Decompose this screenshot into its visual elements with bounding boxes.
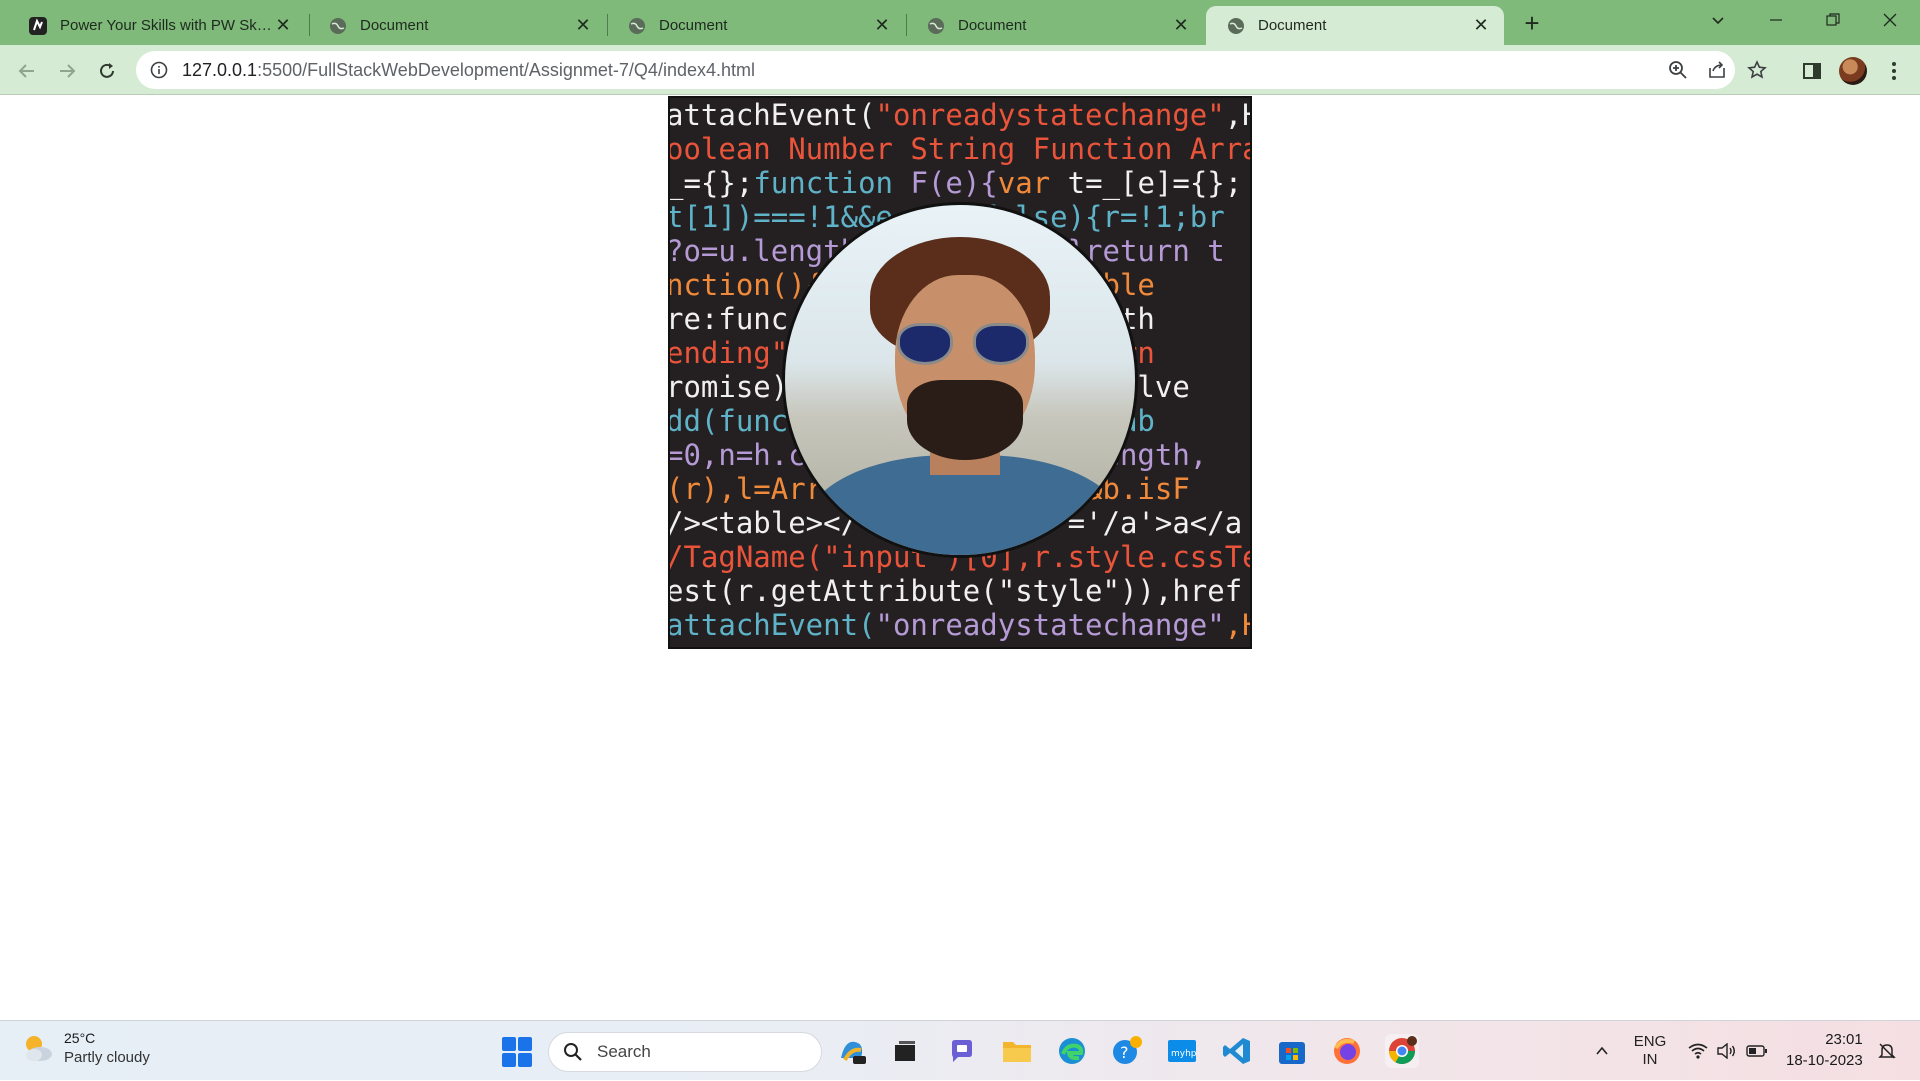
zoom-icon[interactable] <box>1665 57 1691 83</box>
tab-document-active[interactable]: Document ✕ <box>1206 6 1504 45</box>
minimize-icon[interactable] <box>1748 0 1804 40</box>
close-icon[interactable]: ✕ <box>272 15 294 37</box>
weather-temperature: 25°C <box>64 1030 96 1046</box>
restore-icon[interactable] <box>1805 0 1861 40</box>
code-token: t=_[e]={}; <box>1050 166 1243 200</box>
search-icon <box>564 1043 582 1061</box>
share-icon[interactable] <box>1704 57 1730 83</box>
address-bar[interactable]: 127.0.0.1:5500/FullStackWebDevelopment/A… <box>136 51 1767 89</box>
sunglasses-right-lens <box>973 323 1029 365</box>
profile-photo <box>782 202 1138 558</box>
code-token: attachEvent( <box>668 98 876 132</box>
globe-icon <box>926 16 946 36</box>
forward-icon[interactable] <box>52 56 82 86</box>
edge-browser-icon[interactable] <box>1055 1034 1089 1068</box>
code-token: function <box>753 166 893 200</box>
bookmark-star-icon[interactable] <box>1744 57 1770 83</box>
search-placeholder: Search <box>597 1042 651 1061</box>
close-icon[interactable]: ✕ <box>1470 15 1492 37</box>
tab-title: Document <box>659 17 728 34</box>
tab-pw-skills[interactable]: Power Your Skills with PW Skills ✕ <box>8 6 306 45</box>
tab-document-1[interactable]: Document ✕ <box>308 6 606 45</box>
side-panel-icon[interactable] <box>1798 57 1826 85</box>
photo-beard <box>907 380 1023 460</box>
tab-document-2[interactable]: Document ✕ <box>607 6 905 45</box>
volume-icon[interactable] <box>1713 1021 1739 1081</box>
code-token: oolean Number String Function Arra <box>668 132 1252 166</box>
close-icon[interactable]: ✕ <box>1170 15 1192 37</box>
close-icon[interactable]: ✕ <box>871 15 893 37</box>
vscode-icon[interactable] <box>1220 1034 1254 1068</box>
weather-widget[interactable]: 25°C Partly cloudy <box>20 1029 150 1067</box>
weather-condition: Partly cloudy <box>64 1049 150 1066</box>
chat-icon[interactable] <box>945 1034 979 1068</box>
windows-start-icon[interactable] <box>502 1037 532 1067</box>
myhp-icon[interactable]: myhp <box>1165 1034 1199 1068</box>
svg-text:myhp: myhp <box>1171 1049 1197 1059</box>
code-line: attachEvent("onreadystatechange",H <box>668 608 1250 642</box>
code-token: "onreadystatechange" <box>875 608 1225 642</box>
tab-title: Document <box>958 17 1027 34</box>
language-indicator[interactable]: ENG IN <box>1630 1021 1670 1081</box>
svg-text:?: ? <box>1120 1043 1129 1062</box>
wifi-icon[interactable] <box>1685 1021 1711 1081</box>
code-token: ,H <box>1224 98 1250 132</box>
tab-search-chevron-icon[interactable] <box>1690 0 1746 40</box>
globe-icon <box>1226 16 1246 36</box>
clock-date: 18-10-2023 <box>1786 1052 1863 1069</box>
browser-toolbar: 127.0.0.1:5500/FullStackWebDevelopment/A… <box>0 45 1920 95</box>
firefox-icon[interactable] <box>1330 1034 1364 1068</box>
tab-title: Power Your Skills with PW Skills <box>60 17 272 34</box>
code-token: "onreadystatechange" <box>875 98 1225 132</box>
microsoft-store-icon[interactable] <box>1275 1034 1309 1068</box>
page-viewport: attachEvent("onreadystatechange",Hoolean… <box>0 96 1920 1020</box>
tab-strip: Power Your Skills with PW Skills ✕ Docum… <box>0 0 1920 45</box>
code-line: attachEvent("onreadystatechange",H <box>668 98 1250 132</box>
keyboard-region: IN <box>1642 1051 1658 1068</box>
taskbar-search-box[interactable]: Search <box>548 1032 822 1072</box>
code-token: _={}; <box>668 166 754 200</box>
notifications-bell-icon[interactable] <box>1872 1021 1902 1081</box>
task-view-icon[interactable] <box>888 1034 922 1068</box>
system-clock[interactable]: 23:01 18-10-2023 <box>1786 1029 1863 1071</box>
file-explorer-icon[interactable] <box>1000 1034 1034 1068</box>
code-line: oolean Number String Function Arra <box>668 132 1252 166</box>
tab-title: Document <box>1258 17 1327 34</box>
windows-taskbar: 25°C Partly cloudy Search ? myhp ENG IN … <box>0 1020 1920 1080</box>
more-menu-icon[interactable] <box>1880 57 1908 85</box>
new-tab-button[interactable]: + <box>1517 8 1547 38</box>
partly-cloudy-icon <box>26 1036 52 1061</box>
show-hidden-icons-chevron-icon[interactable] <box>1587 1021 1617 1081</box>
clock-time: 23:01 <box>1825 1031 1863 1048</box>
pw-skills-icon <box>28 16 48 36</box>
tab-title: Document <box>360 17 429 34</box>
site-info-icon[interactable] <box>148 59 170 81</box>
code-line: _={};function F(e){var t=_[e]={}; <box>668 166 1250 200</box>
globe-icon <box>627 16 647 36</box>
reload-icon[interactable] <box>92 56 122 86</box>
url-text: 127.0.0.1:5500/FullStackWebDevelopment/A… <box>182 60 755 81</box>
close-icon[interactable]: ✕ <box>572 15 594 37</box>
url-host: 127.0.0.1 <box>182 59 258 80</box>
battery-icon[interactable] <box>1744 1021 1770 1081</box>
tab-document-3[interactable]: Document ✕ <box>906 6 1204 45</box>
code-token: F(e){ <box>893 166 998 200</box>
chrome-icon[interactable] <box>1385 1034 1419 1068</box>
window-close-icon[interactable] <box>1862 0 1918 40</box>
code-line: est(r.getAttribute("style")),href <box>668 574 1250 608</box>
copilot-preview-icon[interactable] <box>835 1034 869 1068</box>
code-token: var <box>997 166 1051 200</box>
code-background-image: attachEvent("onreadystatechange",Hoolean… <box>668 96 1252 649</box>
code-token: ,H <box>1224 608 1250 642</box>
code-token: est(r.getAttribute("style")),href <box>668 574 1243 608</box>
profile-avatar[interactable] <box>1839 57 1867 85</box>
url-path: :5500/FullStackWebDevelopment/Assignmet-… <box>257 59 755 80</box>
code-token: attachEvent( <box>668 608 876 642</box>
globe-icon <box>328 16 348 36</box>
back-icon[interactable] <box>12 56 42 86</box>
language-code: ENG <box>1633 1033 1667 1050</box>
sunglasses-left-lens <box>897 323 953 365</box>
get-help-icon[interactable]: ? <box>1110 1034 1144 1068</box>
